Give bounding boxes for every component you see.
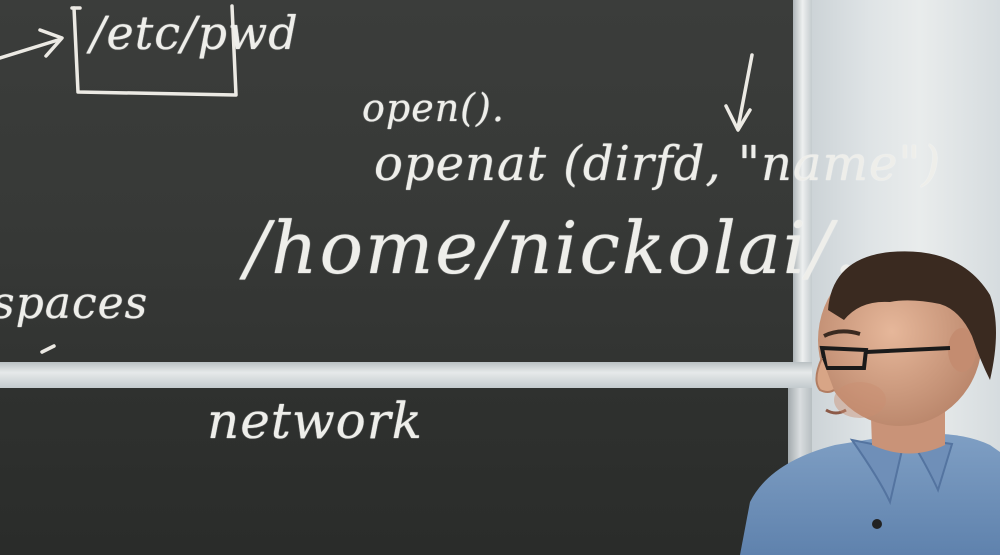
chalk-text-spaces: spaces xyxy=(0,278,149,329)
chalk-text-pwd: /etc/pwd xyxy=(90,6,299,60)
chalk-arrow-to-box xyxy=(0,38,60,60)
chalk-text-open: open(). xyxy=(362,86,505,130)
lecture-scene: /etc/pwd open(). openat (dirfd, "name") … xyxy=(0,0,1000,555)
chalk-text-openat: openat (dirfd, "name") xyxy=(374,136,942,192)
lapel-mic xyxy=(872,519,882,529)
chalk-text-network: network xyxy=(207,392,423,450)
lecturer-figure xyxy=(740,251,1000,555)
